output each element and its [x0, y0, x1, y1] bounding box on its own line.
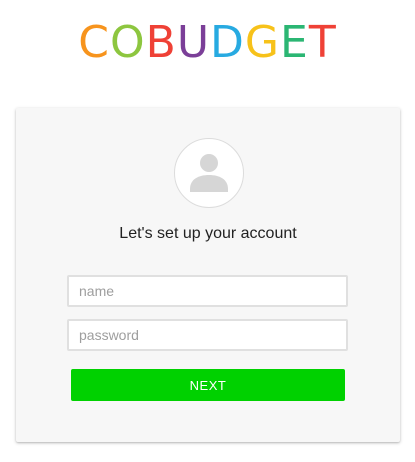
logo-letter: U	[176, 17, 211, 68]
signup-page: COBUDGET Let's set up your account NEXT	[0, 0, 415, 462]
cobudget-logo: COBUDGET	[0, 18, 415, 68]
logo-letter: D	[210, 17, 245, 68]
next-button[interactable]: NEXT	[71, 369, 345, 401]
logo-letter: T	[308, 17, 337, 68]
logo-letter: E	[280, 17, 309, 68]
password-input[interactable]	[67, 319, 348, 351]
user-silhouette-icon	[190, 154, 228, 192]
logo-letter: C	[78, 17, 110, 68]
logo-letter: O	[109, 17, 146, 68]
setup-heading: Let's set up your account	[119, 225, 297, 242]
logo-letter: B	[145, 17, 177, 68]
name-input[interactable]	[67, 275, 348, 307]
logo-letter: G	[244, 17, 281, 68]
account-setup-card: Let's set up your account NEXT	[16, 108, 400, 442]
avatar-placeholder[interactable]	[174, 138, 244, 208]
